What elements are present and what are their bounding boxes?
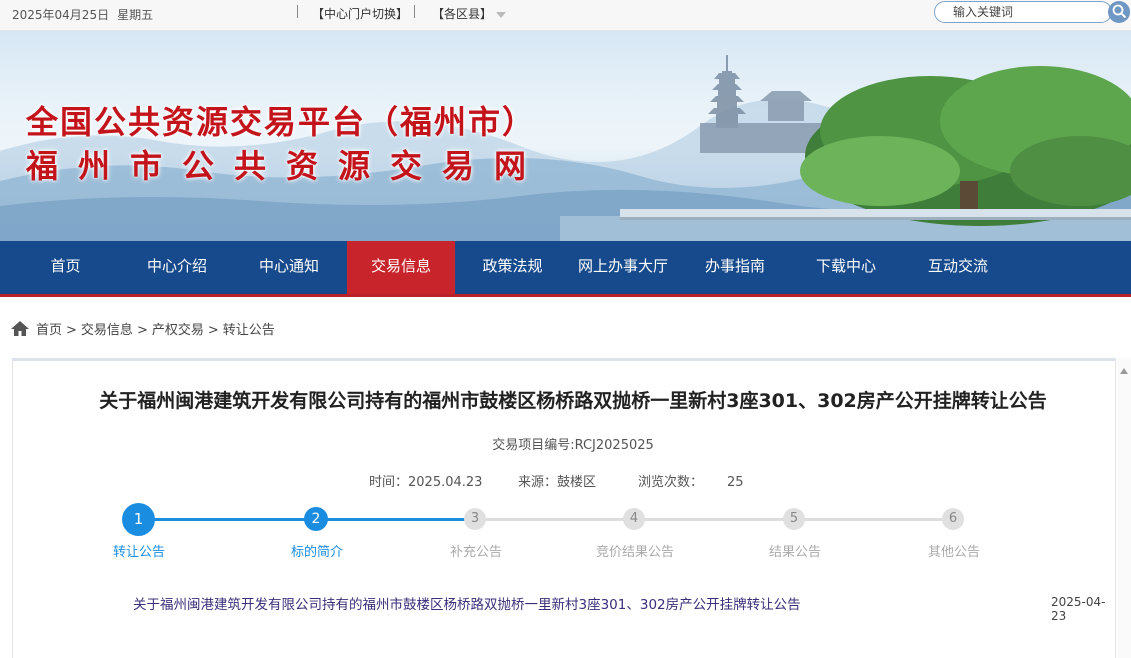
- breadcrumb: 首页 > 交易信息 > 产权交易 > 转让公告: [10, 319, 275, 338]
- publish-time: 时间：2025.04.23: [369, 471, 482, 490]
- home-icon: [11, 321, 29, 336]
- breadcrumb-separator: >: [66, 323, 77, 338]
- weekday-text: 星期五: [117, 8, 154, 22]
- county-label: 【各区县】: [432, 7, 493, 21]
- main-nav: 首页 中心介绍 中心通知 交易信息 政策法规 网上办事大厅 办事指南 下载中心 …: [0, 241, 1131, 297]
- breadcrumb-separator: >: [136, 323, 148, 338]
- nav-item-policies[interactable]: 政策法规: [457, 241, 568, 294]
- search-input[interactable]: [934, 1, 1112, 23]
- step-1-circle[interactable]: 1: [122, 503, 155, 536]
- step-1-label[interactable]: 转让公告: [79, 541, 199, 560]
- time-label: 时间：: [369, 475, 409, 490]
- nav-item-center-notice[interactable]: 中心通知: [233, 241, 345, 294]
- announcement-link[interactable]: 关于福州闽港建筑开发有限公司持有的福州市鼓楼区杨桥路双抛桥一里新村3座301、3…: [133, 593, 801, 613]
- current-date: 2025年04月25日 星期五: [12, 6, 161, 23]
- view-count: 浏览次数： 25: [638, 471, 744, 490]
- banner-title-line1: 全国公共资源交易平台（福州市）: [26, 103, 537, 141]
- header-banner: 全国公共资源交易平台（福州市） 福州市公共资源交易网: [0, 31, 1131, 241]
- nav-item-online-hall[interactable]: 网上办事大厅: [566, 241, 680, 294]
- source-value: 鼓楼区: [557, 475, 597, 490]
- divider: [297, 5, 298, 18]
- scrollbar[interactable]: [1117, 358, 1131, 658]
- step-5-label[interactable]: 结果公告: [735, 541, 855, 560]
- step-4-circle[interactable]: 4: [623, 508, 645, 530]
- article-title: 关于福州闽港建筑开发有限公司持有的福州市鼓楼区杨桥路双抛桥一里新村3座301、3…: [99, 390, 1047, 412]
- nav-item-center-intro[interactable]: 中心介绍: [121, 241, 233, 294]
- project-code: 交易项目编号:RCJ2025025: [492, 438, 654, 453]
- search-button[interactable]: [1108, 1, 1130, 23]
- breadcrumb-transfer-notice[interactable]: 转让公告: [223, 323, 275, 338]
- portal-switch-link[interactable]: 【中心门户切换】: [312, 5, 408, 22]
- breadcrumb-property-trade[interactable]: 产权交易: [152, 323, 204, 338]
- step-2-label[interactable]: 标的简介: [257, 541, 377, 560]
- chevron-down-icon: [496, 11, 507, 18]
- views-label: 浏览次数：: [638, 475, 704, 490]
- step-6-circle[interactable]: 6: [942, 508, 964, 530]
- nav-underline: [0, 294, 1131, 297]
- nav-item-guide[interactable]: 办事指南: [680, 241, 790, 294]
- top-bar: 2025年04月25日 星期五 【中心门户切换】 【各区县】: [0, 0, 1131, 31]
- source: 来源：鼓楼区: [518, 471, 596, 490]
- step-2-circle[interactable]: 2: [304, 507, 328, 531]
- date-text: 2025年04月25日: [12, 8, 110, 22]
- step-6-label[interactable]: 其他公告: [894, 541, 1014, 560]
- breadcrumb-separator: >: [207, 323, 219, 338]
- nav-item-trade-info[interactable]: 交易信息: [347, 241, 455, 294]
- step-5-circle[interactable]: 5: [783, 508, 805, 530]
- views-value: 25: [727, 475, 744, 490]
- breadcrumb-trade-info[interactable]: 交易信息: [81, 323, 133, 338]
- county-dropdown[interactable]: 【各区县】: [432, 5, 507, 22]
- divider: [414, 5, 415, 18]
- step-connector-todo: [479, 518, 953, 521]
- nav-item-home[interactable]: 首页: [10, 241, 121, 294]
- nav-item-interaction[interactable]: 互动交流: [902, 241, 1014, 294]
- announcement-date: 2025-04-23: [1051, 595, 1106, 623]
- source-label: 来源：: [518, 475, 558, 490]
- search-box: [934, 1, 1130, 23]
- progress-steps: 1 2 3 4 5 6 转让公告 标的简介 补充公告 竞价结果公告 结果公告 其…: [13, 501, 1117, 571]
- search-icon: [1112, 4, 1127, 19]
- time-value: 2025.04.23: [408, 475, 483, 490]
- article-panel: 关于福州闽港建筑开发有限公司持有的福州市鼓楼区杨桥路双抛桥一里新村3座301、3…: [12, 358, 1116, 658]
- nav-item-downloads[interactable]: 下载中心: [790, 241, 902, 294]
- scroll-up-icon[interactable]: [1120, 368, 1128, 374]
- breadcrumb-home[interactable]: 首页: [36, 323, 62, 338]
- step-3-circle[interactable]: 3: [464, 508, 486, 530]
- step-3-label[interactable]: 补充公告: [416, 541, 536, 560]
- banner-title-line2: 福州市公共资源交易网: [26, 147, 547, 185]
- step-4-label[interactable]: 竞价结果公告: [575, 541, 695, 560]
